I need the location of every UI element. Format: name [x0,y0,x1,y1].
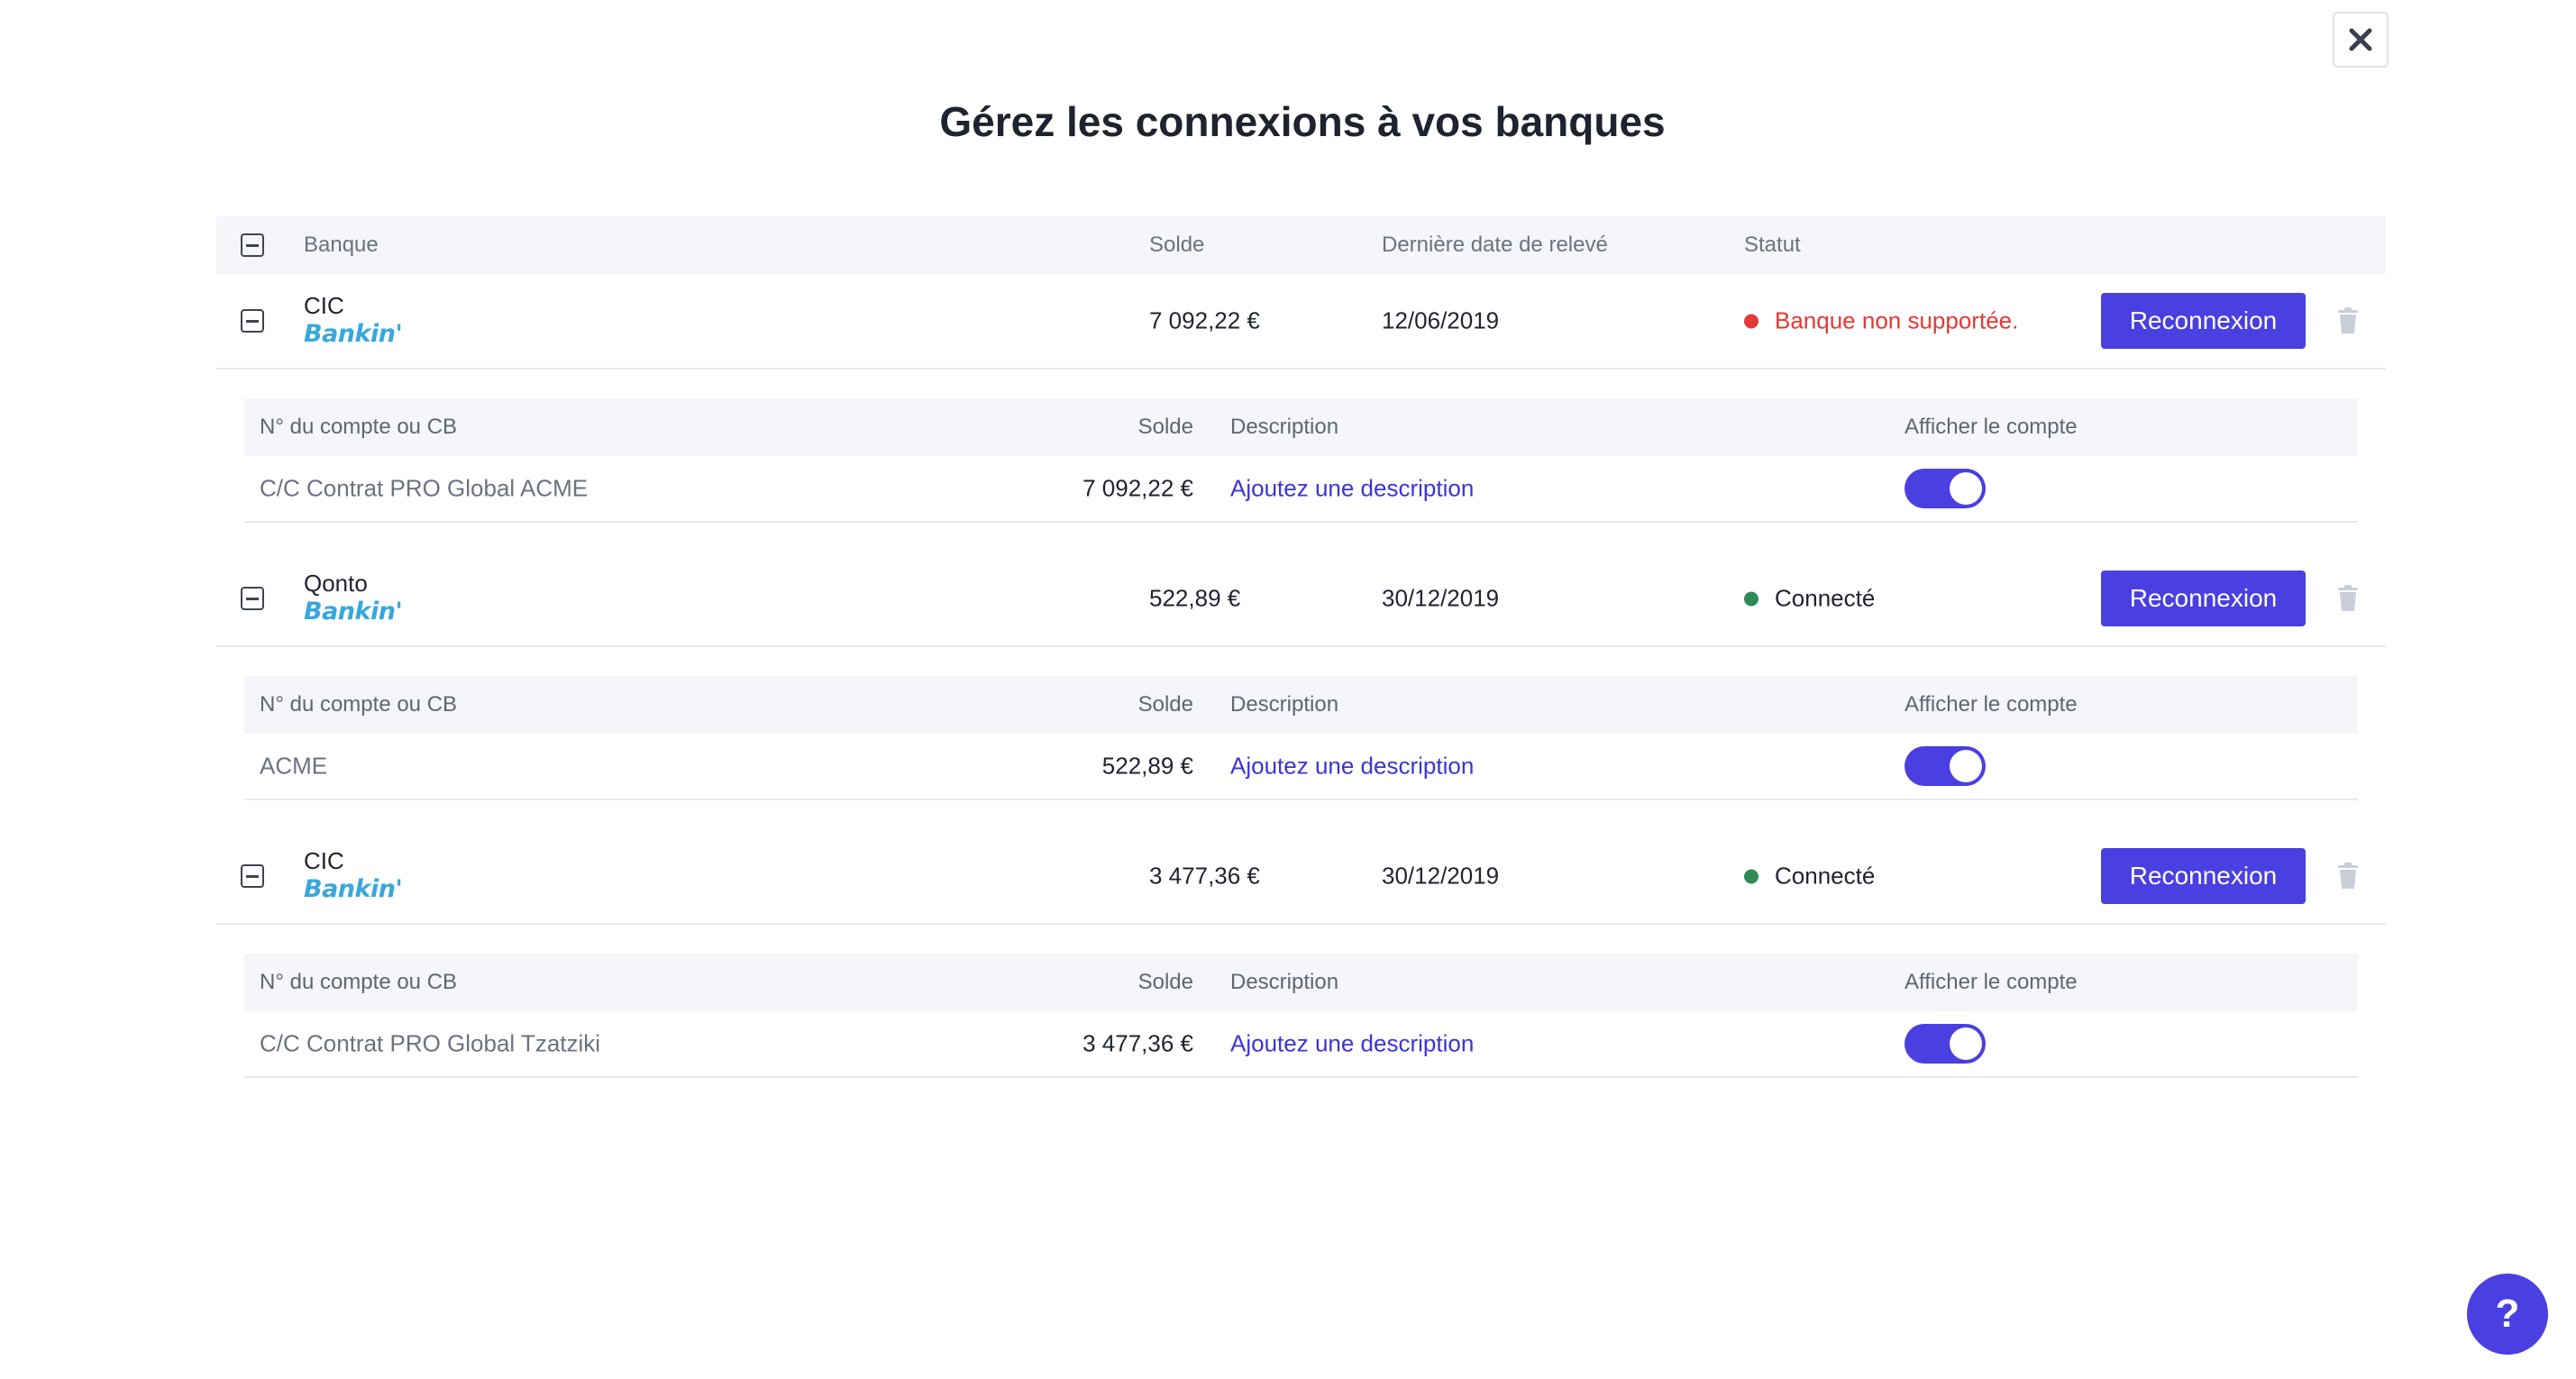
bank-last-date: 12/06/2019 [1382,306,1500,334]
close-button[interactable] [2333,12,2389,68]
reconnect-button[interactable]: Reconnexion [2101,293,2306,349]
header-status: Statut [1744,233,1801,257]
select-all-checkbox[interactable] [241,233,264,257]
bank-group: CIC Bankin' 3 477,36 € 30/12/2019 Connec… [216,829,2386,1078]
trash-icon[interactable] [2336,863,2360,890]
add-description-link[interactable]: Ajoutez une description [1230,753,1474,781]
show-account-toggle[interactable] [1905,746,1986,786]
status-text: Connecté [1775,862,1876,890]
bank-last-date: 30/12/2019 [1382,862,1500,890]
header-show-account: Afficher le compte [1905,692,2078,717]
status-text: Banque non supportée. [1775,306,2019,334]
bank-row: CIC Bankin' 3 477,36 € 30/12/2019 Connec… [216,829,2386,925]
bank-connections-table: Banque Solde Dernière date de relevé Sta… [216,216,2386,1107]
bankin-logo: Bankin' [304,320,403,348]
header-description: Description [1230,970,1339,994]
account-subtable: N° du compte ou CB Solde Description Aff… [244,676,2358,800]
header-account: N° du compte ou CB [260,970,458,994]
header-description: Description [1230,415,1339,439]
reconnect-button[interactable]: Reconnexion [2101,848,2306,904]
status-dot-icon [1744,869,1758,883]
account-name: C/C Contrat PRO Global ACME [260,474,589,502]
account-table-header: N° du compte ou CB Solde Description Aff… [244,398,2358,456]
account-table-header: N° du compte ou CB Solde Description Aff… [244,954,2358,1011]
bank-name: CIC [304,847,344,874]
account-table-header: N° du compte ou CB Solde Description Aff… [244,676,2358,734]
trash-icon[interactable] [2336,585,2360,612]
header-account: N° du compte ou CB [260,692,458,717]
bankin-logo: Bankin' [304,875,403,903]
bank-balance: 522,89 € [1149,584,1241,612]
account-row: C/C Contrat PRO Global ACME 7 092,22 € A… [244,456,2358,523]
header-show-account: Afficher le compte [1905,970,2078,994]
account-subtable: N° du compte ou CB Solde Description Aff… [244,398,2358,523]
header-last-date: Dernière date de relevé [1382,233,1608,257]
bank-table-header: Banque Solde Dernière date de relevé Sta… [216,216,2386,274]
header-show-account: Afficher le compte [1905,415,2078,439]
status-text: Connecté [1775,584,1876,612]
header-bank: Banque [304,233,379,257]
account-balance: 522,89 € [1101,752,1193,780]
bank-row: Qonto Bankin' 522,89 € 30/12/2019 Connec… [216,552,2386,647]
account-name: C/C Contrat PRO Global Tzatziki [260,1029,601,1057]
bank-name: CIC [304,292,344,319]
header-balance: Solde [1149,233,1205,257]
account-subtable: N° du compte ou CB Solde Description Aff… [244,954,2358,1078]
status-badge: Connecté [1744,863,1875,890]
bank-row: CIC Bankin' 7 092,22 € 12/06/2019 Banque… [216,274,2386,370]
status-dot-icon [1744,314,1758,328]
add-description-link[interactable]: Ajoutez une description [1230,475,1474,503]
help-button[interactable]: ? [2467,1274,2548,1355]
bank-balance: 7 092,22 € [1149,306,1260,334]
status-badge: Banque non supportée. [1744,307,2018,335]
account-row: ACME 522,89 € Ajoutez une description [244,734,2358,800]
header-account-balance: Solde [1137,415,1193,439]
reconnect-button[interactable]: Reconnexion [2101,571,2306,626]
header-description: Description [1230,692,1339,717]
status-badge: Connecté [1744,585,1875,613]
show-account-toggle[interactable] [1905,1024,1986,1064]
header-account-balance: Solde [1137,692,1193,717]
header-account-balance: Solde [1137,970,1193,994]
help-icon: ? [2495,1292,2520,1336]
status-dot-icon [1744,591,1758,606]
trash-icon[interactable] [2336,307,2360,334]
header-account: N° du compte ou CB [260,415,458,439]
bank-checkbox[interactable] [241,864,264,888]
bank-group: Qonto Bankin' 522,89 € 30/12/2019 Connec… [216,552,2386,800]
bank-group: CIC Bankin' 7 092,22 € 12/06/2019 Banque… [216,274,2386,523]
bankin-logo: Bankin' [304,598,403,626]
account-balance: 7 092,22 € [1082,474,1193,502]
close-icon [2349,28,2372,51]
bank-checkbox[interactable] [241,587,264,610]
page-title: Gérez les connexions à vos banques [939,98,1666,145]
bank-last-date: 30/12/2019 [1382,584,1500,612]
account-row: C/C Contrat PRO Global Tzatziki 3 477,36… [244,1011,2358,1078]
bank-balance: 3 477,36 € [1149,862,1260,890]
account-name: ACME [260,752,328,780]
show-account-toggle[interactable] [1905,469,1986,508]
add-description-link[interactable]: Ajoutez une description [1230,1030,1474,1058]
bank-checkbox[interactable] [241,309,264,333]
bank-name: Qonto [304,570,368,597]
account-balance: 3 477,36 € [1082,1029,1193,1057]
